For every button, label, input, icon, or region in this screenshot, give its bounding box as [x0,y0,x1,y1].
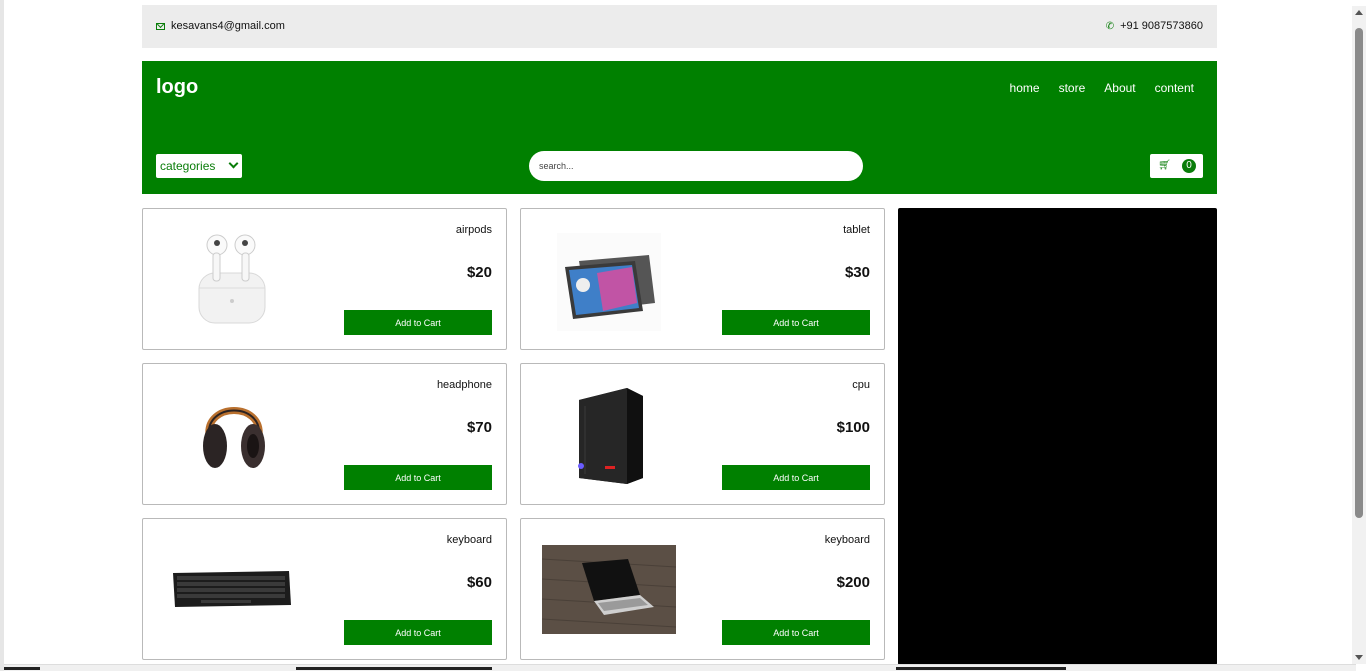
nav-home[interactable]: home [1010,81,1040,95]
search-input[interactable] [529,151,863,181]
contact-bar: kesavans4@gmail.com ✆ +91 9087573860 [142,5,1217,48]
scroll-segment [296,667,492,670]
nav-content[interactable]: content [1155,81,1194,95]
nav-about[interactable]: About [1104,81,1135,95]
product-price: $60 [466,574,492,591]
product-card-airpods: airpods $20 Add to Cart [142,208,507,350]
product-price: $30 [844,264,870,281]
phone-contact[interactable]: ✆ +91 9087573860 [1106,20,1203,32]
add-to-cart-button[interactable]: Add to Cart [344,465,492,490]
scroll-thumb[interactable] [1355,28,1363,518]
product-card-laptop: keyboard $200 Add to Cart [520,518,885,660]
cart-count-badge: 0 [1182,159,1196,173]
vertical-scrollbar[interactable] [1352,6,1366,664]
cart-button[interactable]: 🛒︎ 0 [1150,154,1203,178]
nav-store[interactable]: store [1059,81,1086,95]
product-price: $20 [466,264,492,281]
scroll-up-arrow-icon[interactable] [1355,10,1363,15]
email-contact[interactable]: kesavans4@gmail.com [156,20,285,32]
main-nav: home store About content [1010,81,1194,95]
airpods-image [198,234,266,324]
product-price: $70 [466,419,492,436]
keyboard-image [173,571,291,607]
logo[interactable]: logo [156,76,198,99]
tablet-image [557,233,661,331]
headphone-image [203,407,265,468]
add-to-cart-button[interactable]: Add to Cart [722,465,870,490]
categories-label: categories [160,159,216,173]
product-price: $200 [836,574,870,591]
page: kesavans4@gmail.com ✆ +91 9087573860 log… [0,0,1366,671]
product-name: keyboard [824,534,870,546]
horizontal-scrollbar[interactable] [4,664,1356,671]
phone-text: +91 9087573860 [1120,20,1203,32]
product-card-keyboard: keyboard $60 Add to Cart [142,518,507,660]
email-text: kesavans4@gmail.com [171,20,285,32]
product-name: tablet [843,224,870,236]
product-name: headphone [436,379,492,391]
phone-icon: ✆ [1105,20,1115,32]
mail-icon [156,22,165,30]
product-name: airpods [455,224,492,236]
add-to-cart-button[interactable]: Add to Cart [722,620,870,645]
product-card-tablet: tablet $30 Add to Cart [520,208,885,350]
categories-dropdown[interactable]: categories [156,154,242,178]
chevron-down-icon [228,158,239,169]
product-card-cpu: cpu $100 Add to Cart [520,363,885,505]
product-name: cpu [852,379,870,391]
site-header: logo home store About content categories… [142,61,1217,194]
add-to-cart-button[interactable]: Add to Cart [344,310,492,335]
scroll-segment [896,667,1066,670]
product-card-headphone: headphone $70 Add to Cart [142,363,507,505]
add-to-cart-button[interactable]: Add to Cart [722,310,870,335]
add-to-cart-button[interactable]: Add to Cart [344,620,492,645]
scroll-segment [4,667,40,670]
cart-icon: 🛒︎ [1158,160,1171,171]
product-name: keyboard [446,534,492,546]
scroll-down-arrow-icon[interactable] [1355,655,1363,660]
side-panel [898,208,1217,665]
cpu-image [578,388,643,484]
product-price: $100 [836,419,870,436]
laptop-image [542,545,676,634]
